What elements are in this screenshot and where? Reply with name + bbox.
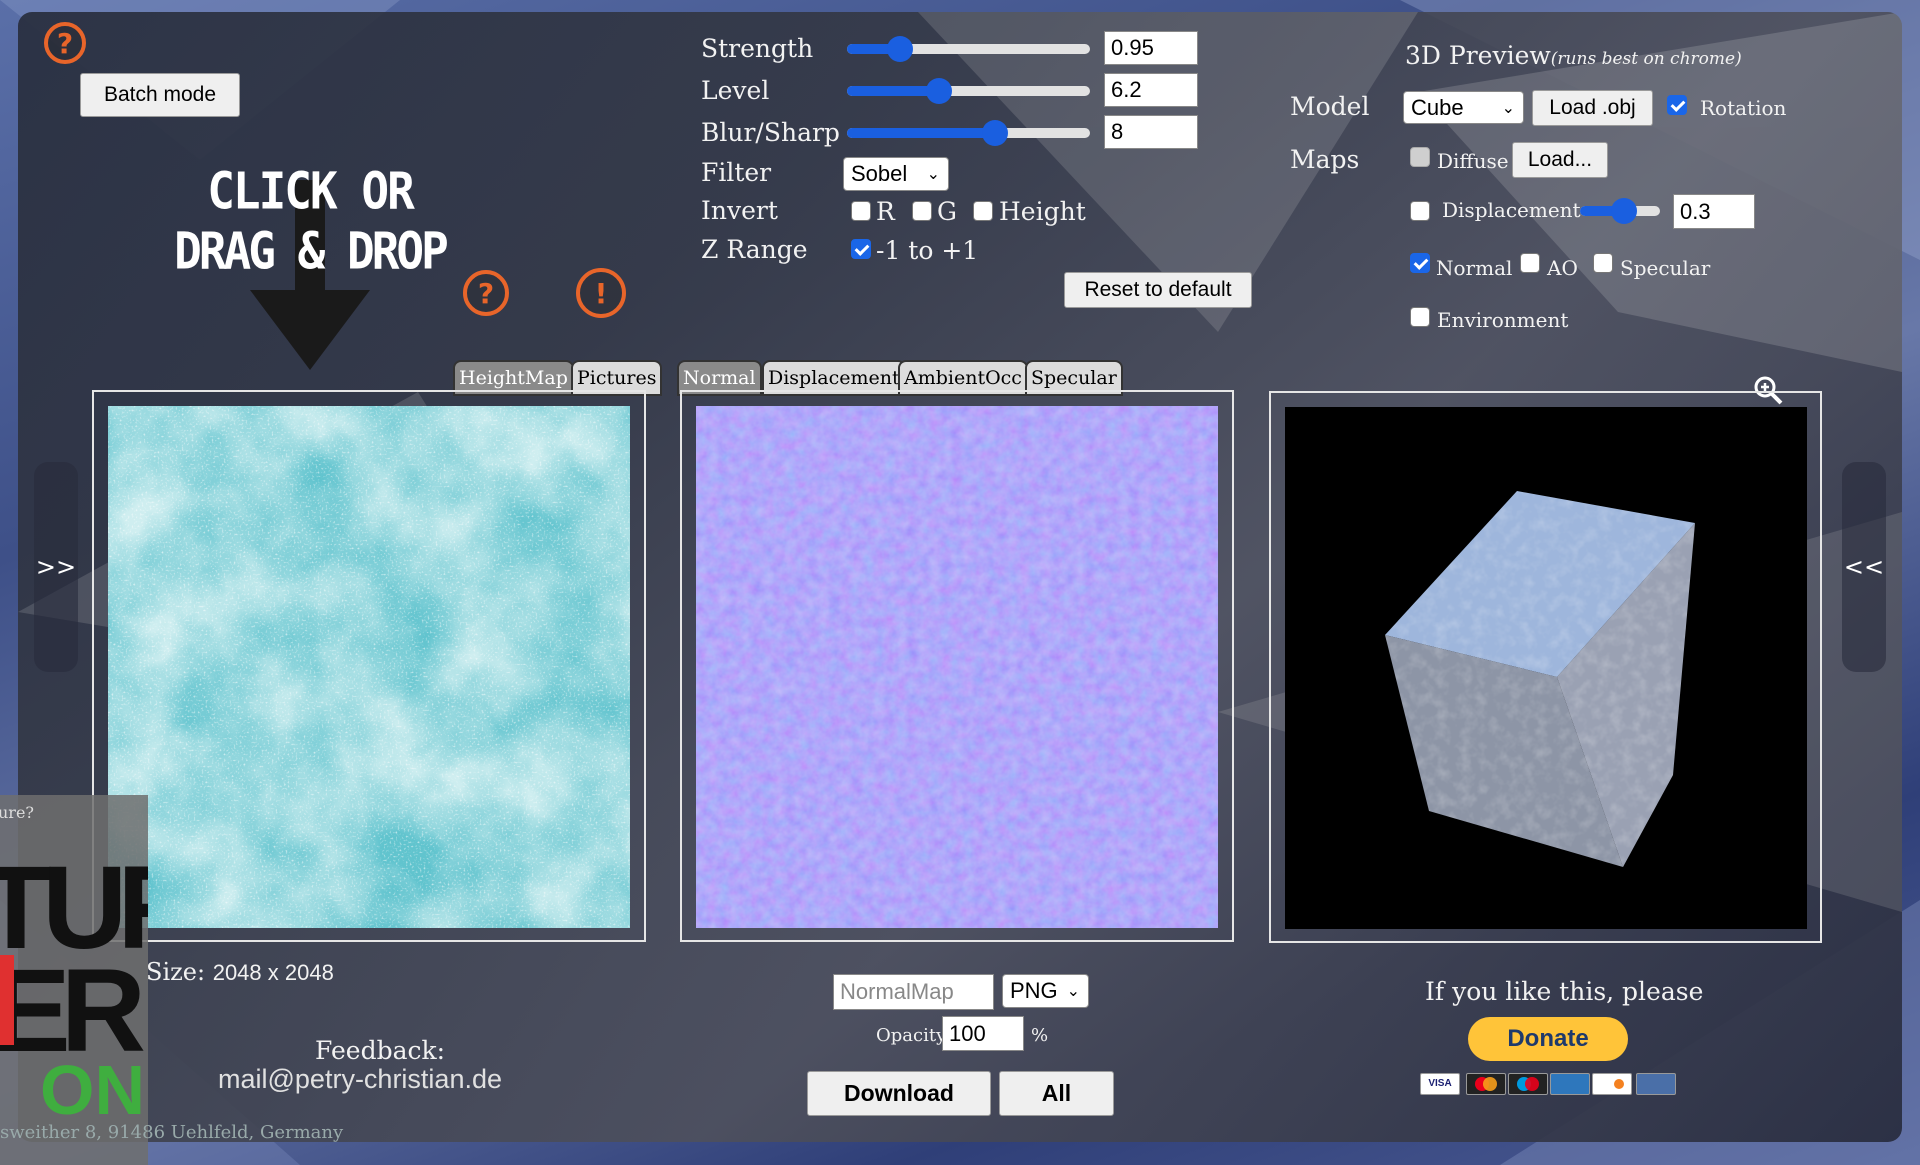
chevron-down-icon: ⌄ — [926, 166, 940, 183]
displacement-checkbox[interactable] — [1410, 201, 1430, 221]
filename-input[interactable]: NormalMap — [833, 974, 994, 1010]
donate-button[interactable]: Donate — [1468, 1017, 1628, 1061]
heightmap-frame — [92, 390, 646, 942]
chevron-down-icon: ⌄ — [1501, 99, 1515, 117]
feedback-email[interactable]: mail@petry-christian.de — [218, 1064, 502, 1095]
blur-sharp-input[interactable]: 8 — [1104, 115, 1198, 149]
filter-select[interactable]: Sobel ⌄ — [843, 157, 949, 191]
chevron-down-icon: ⌄ — [1066, 983, 1080, 1000]
donate-text: If you like this, please — [1425, 977, 1704, 1006]
help-icon[interactable]: ? — [463, 270, 509, 316]
filter-label: Filter — [701, 158, 772, 187]
heightmap-image[interactable] — [108, 406, 630, 928]
level-slider[interactable] — [847, 78, 1090, 104]
generic-card-icon — [1636, 1073, 1676, 1095]
mastercard-logo — [1475, 1077, 1497, 1091]
strength-input[interactable]: 0.95 — [1104, 31, 1198, 65]
strength-label: Strength — [701, 34, 814, 63]
size-label: Size: — [146, 958, 206, 986]
displacement-input[interactable]: 0.3 — [1673, 194, 1755, 229]
opacity-input[interactable]: 100 — [942, 1016, 1024, 1051]
opacity-percent: % — [1031, 1025, 1049, 1046]
normal-checkbox[interactable] — [1410, 253, 1430, 273]
drop-zone-line2: DRAG & DROP — [174, 221, 449, 281]
z-range-label: Z Range — [701, 235, 808, 264]
displacement-label: Displacement — [1442, 198, 1581, 222]
size-value: 2048 x 2048 — [212, 960, 334, 985]
cube-model — [1385, 491, 1695, 867]
displacement-knob[interactable] — [1611, 198, 1637, 224]
ao-label: AO — [1547, 256, 1578, 280]
normalmap-image[interactable] — [696, 406, 1218, 928]
side-fragment: ure? TUR ER ONL — [0, 795, 148, 1165]
feedback-label: Feedback: — [315, 1036, 446, 1065]
environment-label: Environment — [1437, 308, 1569, 332]
footer-address: sweither 8, 91486 Uehlfeld, Germany — [0, 1122, 344, 1143]
level-input[interactable]: 6.2 — [1104, 73, 1198, 107]
side-fragment-red — [0, 955, 14, 1045]
download-button[interactable]: Download — [807, 1071, 991, 1116]
model-label: Model — [1290, 92, 1370, 121]
invert-label: Invert — [701, 196, 778, 225]
expand-left-button[interactable]: >> — [34, 462, 78, 672]
normalmap-frame — [680, 390, 1234, 942]
invert-height-label: Height — [999, 197, 1086, 226]
model-select[interactable]: Cube ⌄ — [1403, 91, 1524, 124]
batch-mode-button[interactable]: Batch mode — [80, 73, 240, 117]
preview-title: 3D Preview(runs best on chrome) — [1405, 41, 1742, 70]
3d-preview-frame — [1269, 391, 1822, 943]
side-fragment-question: ure? — [0, 803, 34, 822]
normal-label: Normal — [1436, 256, 1513, 280]
preview-title-text: 3D Preview — [1405, 41, 1551, 70]
format-select[interactable]: PNG ⌄ — [1002, 974, 1089, 1008]
preview-subtitle: (runs best on chrome) — [1550, 49, 1742, 69]
maestro-logo — [1517, 1077, 1539, 1091]
model-value: Cube — [1411, 94, 1464, 120]
help-icon[interactable]: ? — [44, 22, 86, 64]
ao-checkbox[interactable] — [1520, 253, 1540, 273]
blur-sharp-label: Blur/Sharp — [701, 118, 840, 147]
invert-g-checkbox[interactable] — [912, 201, 932, 221]
diffuse-load-button[interactable]: Load... — [1512, 142, 1608, 178]
size-info: Size: 2048 x 2048 — [146, 958, 334, 986]
reset-to-default-button[interactable]: Reset to default — [1064, 272, 1252, 308]
rotation-label: Rotation — [1700, 96, 1787, 120]
specular-checkbox[interactable] — [1593, 253, 1613, 273]
3d-preview-canvas[interactable] — [1285, 407, 1807, 929]
environment-checkbox[interactable] — [1410, 307, 1430, 327]
invert-r-label: R — [876, 197, 895, 226]
specular-label: Specular — [1620, 256, 1711, 280]
level-label: Level — [701, 76, 770, 105]
blur-sharp-fill — [847, 128, 996, 138]
filter-value: Sobel — [851, 161, 908, 186]
blur-sharp-slider[interactable] — [847, 120, 1090, 146]
format-value: PNG — [1010, 978, 1058, 1003]
maps-label: Maps — [1290, 145, 1360, 174]
diffuse-label: Diffuse — [1437, 149, 1509, 173]
visa-card-icon: VISA — [1420, 1073, 1460, 1095]
amex-card-icon — [1550, 1073, 1590, 1095]
diffuse-checkbox[interactable] — [1410, 147, 1430, 167]
expand-right-button[interactable]: << — [1842, 462, 1886, 672]
mastercard-icon — [1466, 1073, 1506, 1095]
z-range-option: -1 to +1 — [876, 236, 979, 265]
discover-logo — [1614, 1079, 1624, 1089]
drop-zone-line1: CLICK OR — [207, 161, 415, 221]
download-all-button[interactable]: All — [999, 1071, 1114, 1116]
invert-g-label: G — [937, 197, 957, 226]
opacity-label: Opacity — [876, 1025, 947, 1046]
maestro-card-icon — [1508, 1073, 1548, 1095]
invert-r-checkbox[interactable] — [851, 201, 871, 221]
discover-card-icon — [1592, 1073, 1632, 1095]
strength-slider[interactable] — [847, 36, 1090, 62]
rotation-checkbox[interactable] — [1667, 95, 1687, 115]
drop-zone[interactable]: CLICK OR DRAG & DROP — [170, 160, 450, 370]
side-fragment-onl: ONL — [40, 1051, 148, 1129]
displacement-slider[interactable] — [1580, 198, 1660, 224]
load-obj-button[interactable]: Load .obj — [1532, 90, 1653, 126]
invert-height-checkbox[interactable] — [973, 201, 993, 221]
z-range-checkbox[interactable] — [851, 239, 871, 259]
warning-icon[interactable]: ! — [576, 268, 626, 318]
